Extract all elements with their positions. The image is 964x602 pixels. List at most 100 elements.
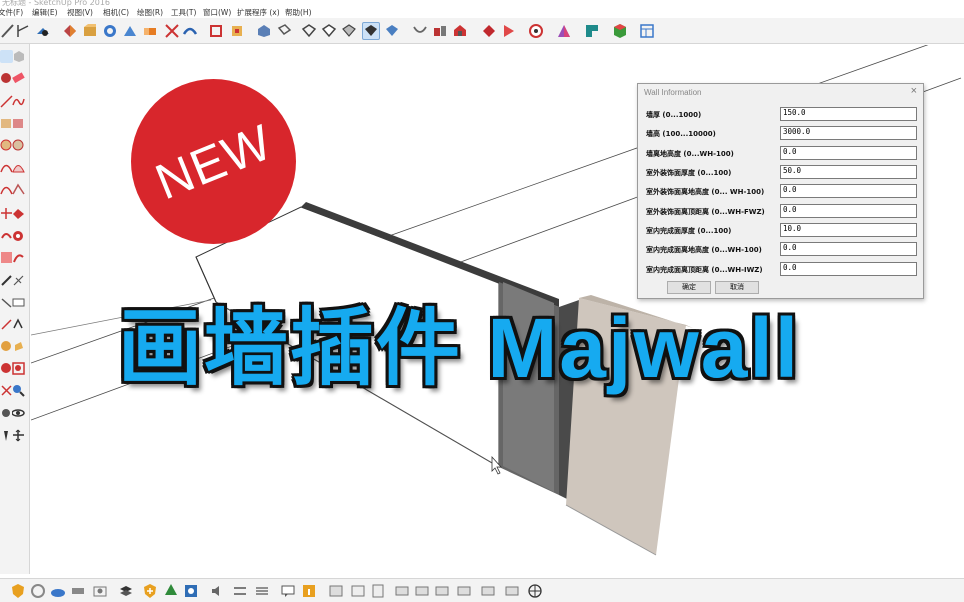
scene-9-icon[interactable]: [504, 583, 520, 599]
solid-tools-icon[interactable]: [583, 22, 601, 40]
iso-view-icon[interactable]: [255, 22, 273, 40]
menu-tools[interactable]: 工具(T): [171, 7, 203, 18]
follow-me-icon[interactable]: [101, 22, 119, 40]
three-d-text-icon[interactable]: [12, 318, 25, 331]
wall-base-height-input[interactable]: 0.0: [780, 146, 917, 160]
scissors-icon[interactable]: [163, 22, 181, 40]
exterior-finish-base-input[interactable]: 0.0: [780, 184, 917, 198]
follow-me-tool-icon[interactable]: [12, 229, 25, 242]
two-point-arc-icon[interactable]: [12, 183, 25, 196]
offset-tool-icon[interactable]: [12, 251, 25, 264]
menu-view[interactable]: 视图(V): [67, 7, 103, 18]
tape-measure-icon[interactable]: [14, 22, 32, 40]
speaker-icon[interactable]: [210, 583, 226, 599]
eraser-tool-icon[interactable]: [12, 71, 25, 84]
menu-draw[interactable]: 绘图(R): [137, 7, 171, 18]
warehouse-icon[interactable]: [451, 22, 469, 40]
style-builder-icon[interactable]: [527, 22, 545, 40]
walkthrough-icon[interactable]: [431, 22, 449, 40]
group-icon[interactable]: [207, 22, 225, 40]
sliders-icon[interactable]: [232, 583, 248, 599]
gear-grid-icon[interactable]: [183, 583, 199, 599]
menu-help[interactable]: 帮助(H): [285, 7, 319, 18]
cancel-button[interactable]: 取消: [715, 281, 759, 294]
make-component-icon[interactable]: [12, 50, 25, 63]
shaded-icon[interactable]: [362, 22, 380, 40]
refresh-icon[interactable]: [30, 583, 46, 599]
rotate-icon[interactable]: [181, 22, 199, 40]
flip-icon[interactable]: [70, 583, 86, 599]
field-label: 墙离地高度 (0...WH-100): [646, 150, 734, 158]
menu-extensions[interactable]: 扩展程序 (x): [237, 7, 285, 18]
pan-icon[interactable]: [12, 429, 25, 442]
close-icon[interactable]: ×: [911, 85, 917, 97]
tune-icon[interactable]: [254, 583, 270, 599]
comment-icon[interactable]: [280, 583, 296, 599]
scene-3-icon[interactable]: [370, 583, 386, 599]
dimension-icon[interactable]: [12, 274, 25, 287]
shield-add-icon[interactable]: [142, 583, 158, 599]
offset-icon[interactable]: [121, 22, 139, 40]
interior-finish-top-input[interactable]: 0.0: [780, 262, 917, 276]
camera-icon[interactable]: [92, 583, 108, 599]
hidden-line-icon[interactable]: [340, 22, 358, 40]
explode-icon[interactable]: [228, 22, 246, 40]
freehand-icon[interactable]: [12, 95, 25, 108]
wireframe-icon[interactable]: [320, 22, 338, 40]
interior-finish-thickness-input[interactable]: 10.0: [780, 223, 917, 237]
hand-tool-icon[interactable]: [12, 340, 25, 353]
menu-edit[interactable]: 编辑(E): [32, 7, 67, 18]
info-icon[interactable]: [301, 583, 317, 599]
scene-4-icon[interactable]: [394, 583, 410, 599]
tree-icon[interactable]: [163, 583, 179, 599]
layout-icon[interactable]: [500, 22, 518, 40]
solid-inspector-icon[interactable]: [611, 22, 629, 40]
field-label: 室外装饰面离顶距离 (0...WH-FWZ): [646, 208, 765, 216]
wall-height-input[interactable]: 3000.0: [780, 126, 917, 140]
rotated-rect-icon[interactable]: [12, 117, 25, 130]
xray-icon[interactable]: [300, 22, 318, 40]
scene-1-icon[interactable]: [328, 583, 344, 599]
eraser-icon[interactable]: [141, 22, 159, 40]
exterior-finish-thickness-input[interactable]: 50.0: [780, 165, 917, 179]
new-badge: NEW: [131, 79, 296, 244]
globe-icon[interactable]: [527, 583, 543, 599]
panel-layout-icon[interactable]: [638, 22, 656, 40]
zoom-window-icon[interactable]: [12, 362, 25, 375]
field-label: 墙厚 (0...1000): [646, 111, 702, 119]
field-row: 室内完成面离地高度 (0...WH-100) 0.0: [638, 240, 925, 259]
sandbox-icon[interactable]: [555, 22, 573, 40]
scene-2-icon[interactable]: [350, 583, 366, 599]
text-tool-icon[interactable]: [12, 296, 25, 309]
interior-finish-base-input[interactable]: 0.0: [780, 242, 917, 256]
magnifier-icon[interactable]: [12, 384, 25, 397]
push-pull-tool-icon[interactable]: [12, 207, 25, 220]
orbit-icon[interactable]: [411, 22, 429, 40]
field-row: 室外装饰面厚度 (0...100) 50.0: [638, 163, 925, 182]
extension-warehouse-icon[interactable]: [480, 22, 498, 40]
look-around-icon[interactable]: [11, 407, 25, 420]
soften-edges-icon[interactable]: [50, 583, 66, 599]
ok-button[interactable]: 确定: [667, 281, 711, 294]
dialog-title: Wall Information: [644, 88, 702, 97]
pie-icon[interactable]: [12, 161, 25, 174]
shield-icon[interactable]: [10, 583, 26, 599]
exterior-finish-top-input[interactable]: 0.0: [780, 204, 917, 218]
field-row: 墙高 (100...10000) 3000.0: [638, 124, 925, 143]
wall-thickness-input[interactable]: 150.0: [780, 107, 917, 121]
menu-window[interactable]: 窗口(W): [203, 7, 237, 18]
menu-bar: 文件(F) 编辑(E) 视图(V) 相机(C) 绘图(R) 工具(T) 窗口(W…: [0, 7, 964, 18]
layers-icon[interactable]: [118, 583, 134, 599]
scene-8-icon[interactable]: [480, 583, 496, 599]
scene-5-icon[interactable]: [414, 583, 430, 599]
push-pull-icon[interactable]: [34, 22, 52, 40]
top-view-icon[interactable]: [275, 22, 293, 40]
scene-7-icon[interactable]: [456, 583, 472, 599]
menu-camera[interactable]: 相机(C): [103, 7, 137, 18]
polygon-icon[interactable]: [12, 139, 25, 152]
paint-bucket-icon[interactable]: [61, 22, 79, 40]
menu-file[interactable]: 文件(F): [0, 7, 32, 18]
scene-6-icon[interactable]: [434, 583, 450, 599]
component-icon[interactable]: [81, 22, 99, 40]
textured-icon[interactable]: [383, 22, 401, 40]
